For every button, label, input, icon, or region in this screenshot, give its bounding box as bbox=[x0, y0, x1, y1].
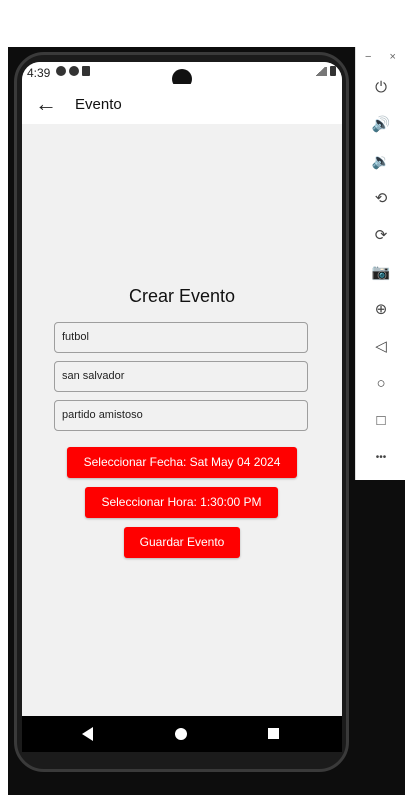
more-icon[interactable]: ••• bbox=[369, 447, 393, 469]
select-time-button[interactable]: Seleccionar Hora: 1:30:00 PM bbox=[85, 487, 278, 518]
select-date-button[interactable]: Seleccionar Fecha: Sat May 04 2024 bbox=[67, 447, 297, 478]
camera-icon[interactable]: 📷 bbox=[369, 262, 393, 284]
status-system-icons bbox=[313, 66, 336, 76]
device-screen: 4:39 ← Evento Crear Evento futbol san sa… bbox=[22, 62, 342, 752]
save-event-button[interactable]: Guardar Evento bbox=[124, 527, 240, 558]
app-bar-title: Evento bbox=[75, 96, 122, 113]
zoom-icon[interactable]: ⊕ bbox=[369, 299, 393, 321]
battery-icon bbox=[330, 66, 336, 76]
home-icon[interactable]: ○ bbox=[369, 373, 393, 395]
app-bar: ← Evento bbox=[22, 84, 342, 124]
nav-back-icon[interactable] bbox=[82, 727, 93, 741]
back-arrow-icon[interactable]: ← bbox=[32, 90, 60, 118]
overview-icon[interactable]: □ bbox=[369, 410, 393, 432]
location-field[interactable]: san salvador bbox=[54, 361, 308, 392]
minimize-icon[interactable]: − bbox=[365, 51, 371, 63]
form-title: Crear Evento bbox=[128, 286, 236, 306]
volume-up-icon[interactable]: 🔊 bbox=[369, 114, 393, 136]
power-icon[interactable]: ⏻ bbox=[369, 77, 393, 99]
nav-home-icon[interactable] bbox=[175, 728, 187, 740]
status-notification-icons bbox=[56, 66, 90, 76]
description-field[interactable]: partido amistoso bbox=[54, 400, 308, 431]
nav-recents-icon[interactable] bbox=[268, 728, 279, 739]
notification-g-icon bbox=[69, 66, 79, 76]
rotate-left-icon[interactable]: ⟲ bbox=[369, 188, 393, 210]
notification-a-icon bbox=[56, 66, 66, 76]
volume-down-icon[interactable]: 🔉 bbox=[369, 151, 393, 173]
emulator-toolbar: − × ⏻ 🔊 🔉 ⟲ ⟳ 📷 ⊕ ◁ ○ □ ••• bbox=[355, 47, 405, 480]
panel-window-controls: − × bbox=[356, 51, 405, 63]
system-nav-bar bbox=[22, 716, 342, 752]
signal-icon bbox=[313, 66, 327, 76]
sport-field[interactable]: futbol bbox=[54, 322, 308, 353]
sd-card-icon bbox=[82, 66, 90, 76]
rotate-right-icon[interactable]: ⟳ bbox=[369, 225, 393, 247]
close-icon[interactable]: × bbox=[390, 51, 396, 63]
status-bar: 4:39 bbox=[22, 62, 342, 89]
back-icon[interactable]: ◁ bbox=[369, 336, 393, 358]
status-time: 4:39 bbox=[27, 66, 51, 80]
